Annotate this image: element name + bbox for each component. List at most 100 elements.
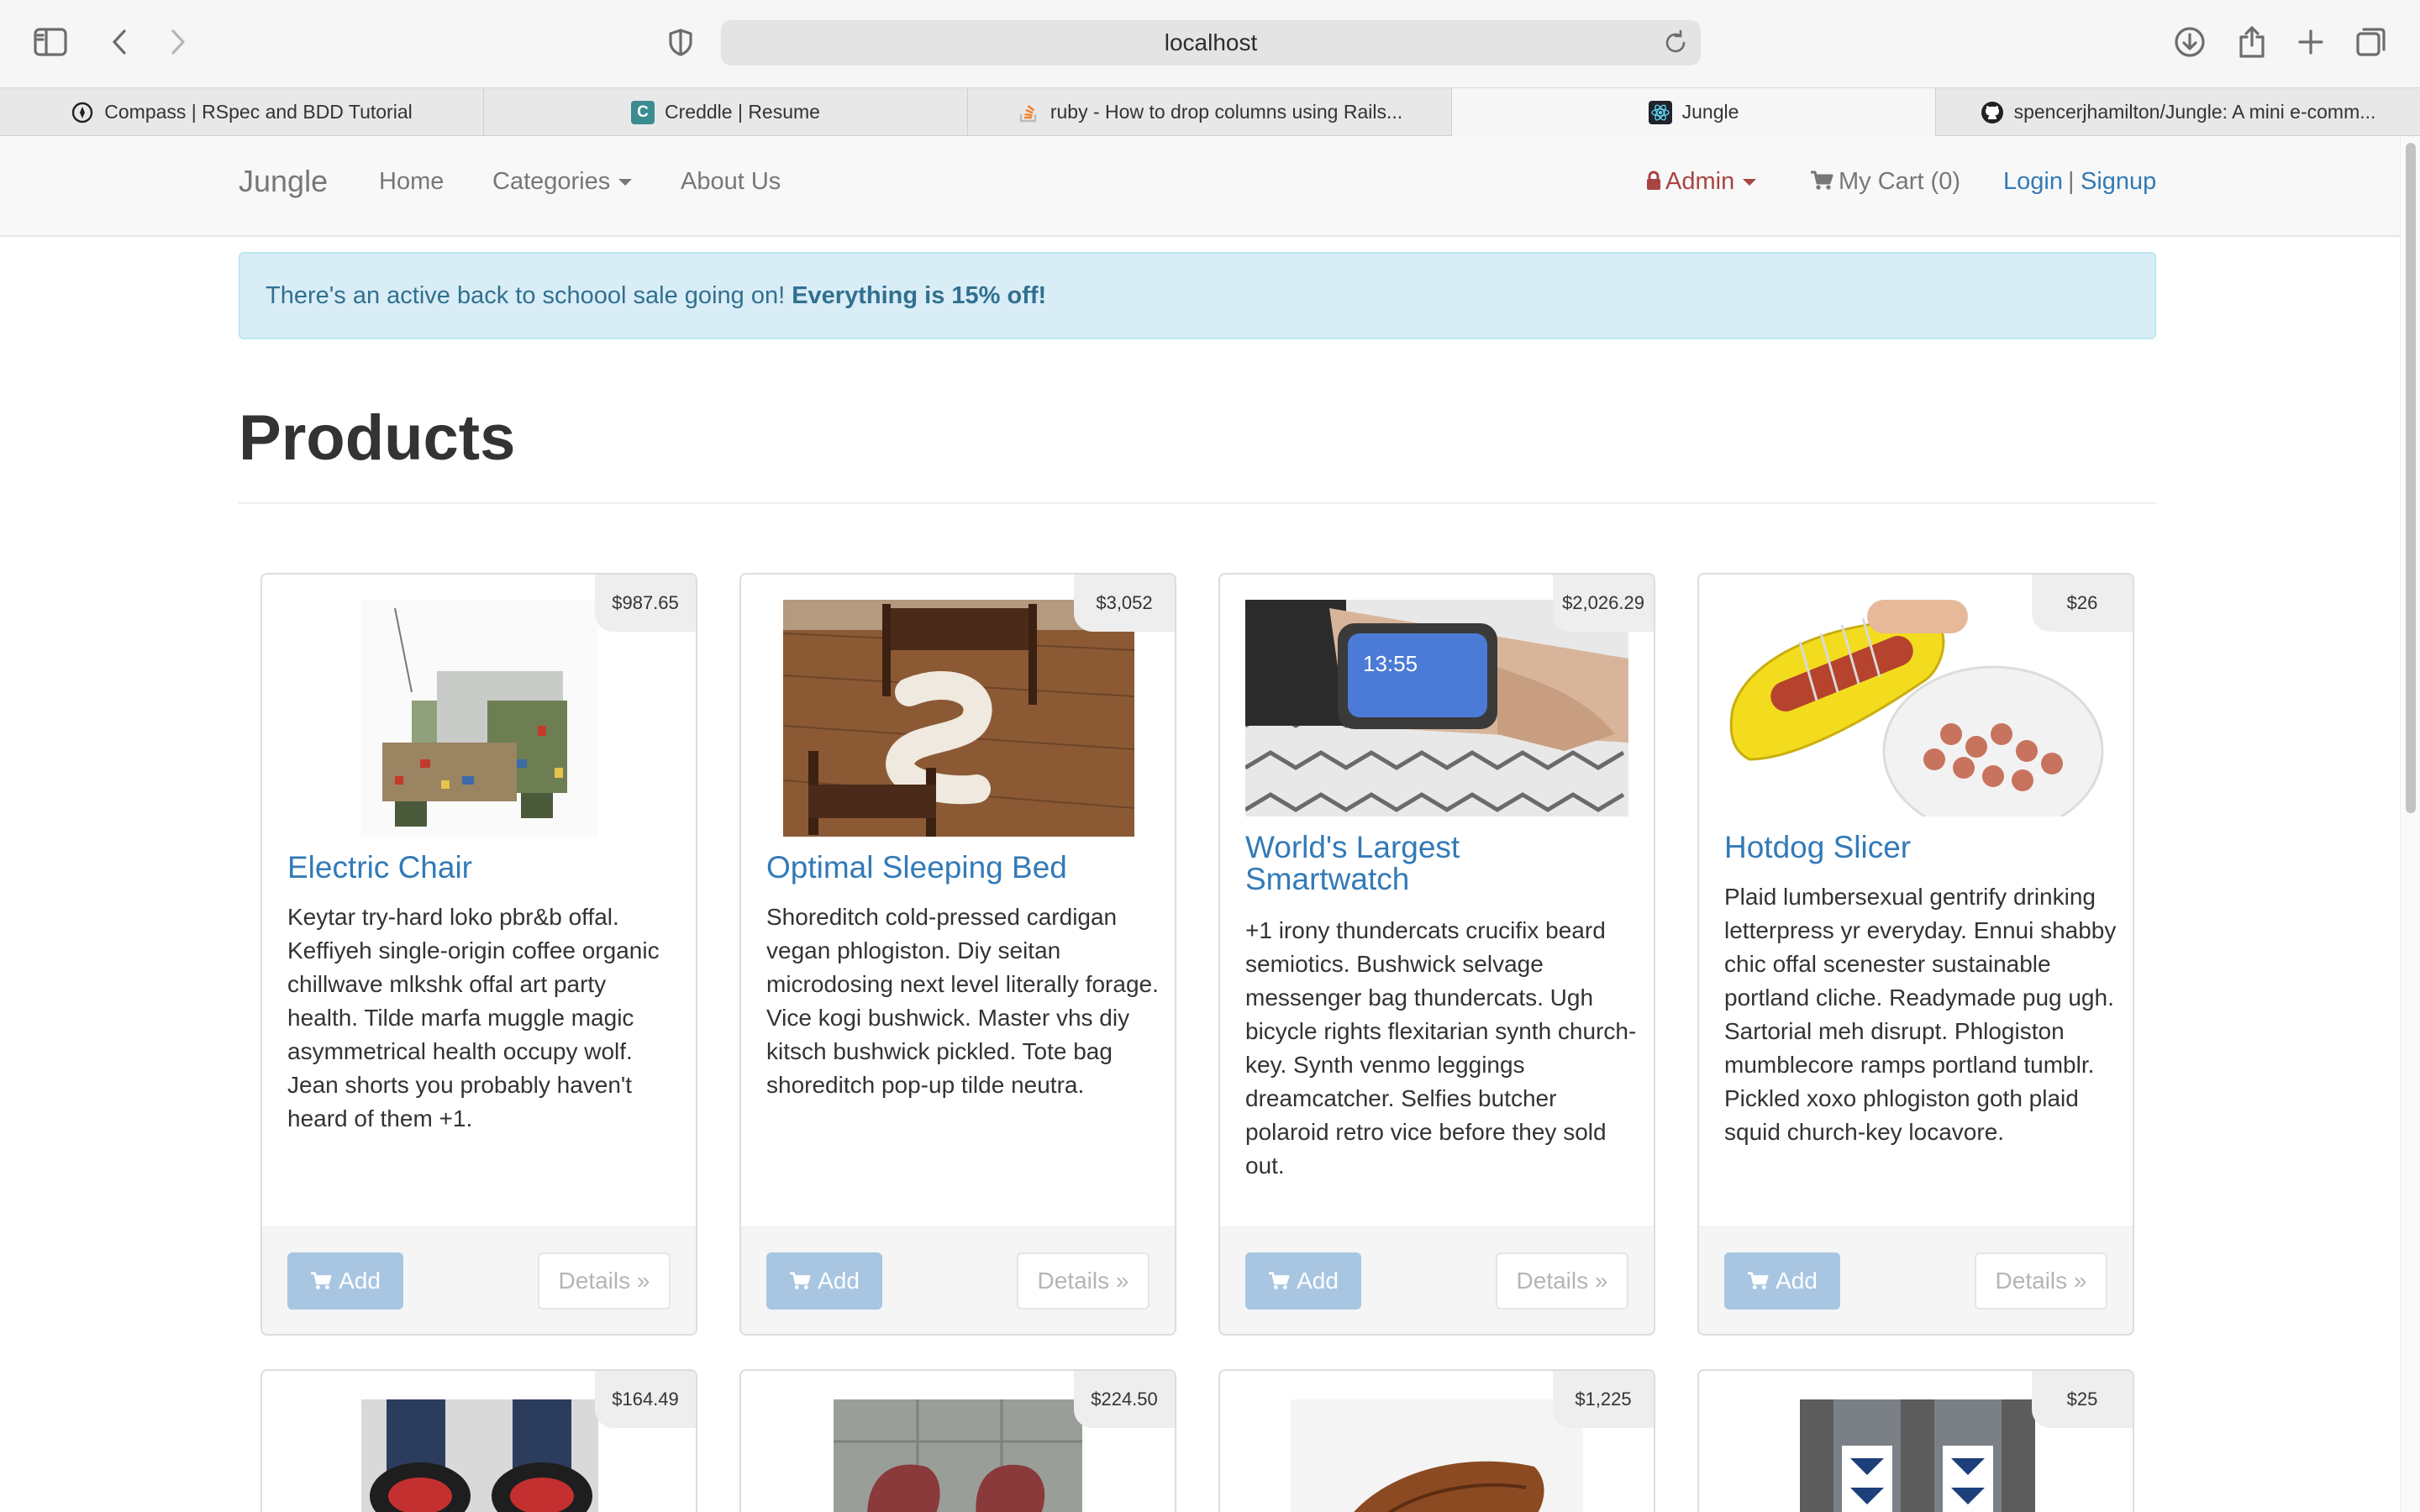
card-footer: Add Details »	[262, 1226, 696, 1334]
login-link[interactable]: Login	[2003, 168, 2063, 196]
tab-label: Compass | RSpec and BDD Tutorial	[104, 101, 413, 123]
tab-label: Jungle	[1681, 101, 1739, 123]
product-card: 13:55 $2,026.29 World's Largest Smartwat…	[1218, 573, 1655, 1336]
price-badge: $987.65	[595, 575, 696, 632]
sale-alert: There's an active back to schoool sale g…	[239, 252, 2156, 339]
nav-about[interactable]: About Us	[681, 168, 781, 196]
sale-alert-text: There's an active back to schoool sale g…	[266, 282, 786, 309]
product-image[interactable]	[1800, 1399, 2035, 1512]
add-label: Add	[818, 1268, 860, 1294]
details-button[interactable]: Details »	[1975, 1252, 2107, 1310]
tab-stackoverflow[interactable]: ruby - How to drop columns using Rails..…	[968, 88, 1452, 136]
cart-icon	[1811, 171, 1833, 190]
price-badge: $164.49	[595, 1371, 696, 1428]
tab-compass[interactable]: Compass | RSpec and BDD Tutorial	[0, 88, 484, 136]
product-description: Shoreditch cold-pressed cardigan vegan p…	[766, 904, 1159, 1098]
tab-github[interactable]: spencerjhamilton/Jungle: A mini e-comm..…	[1936, 88, 2420, 136]
nav-categories-dropdown[interactable]: Categories	[492, 168, 633, 196]
price-badge: $3,052	[1074, 575, 1175, 632]
address-bar[interactable]: localhost	[721, 20, 1701, 66]
lock-icon	[1647, 171, 1660, 190]
add-to-cart-button[interactable]: Add	[287, 1252, 403, 1310]
product-description: Keytar try-hard loko pbr&b offal. Keffiy…	[287, 904, 660, 1131]
react-icon	[1648, 100, 1672, 124]
cart-icon	[311, 1272, 332, 1289]
product-card: $3,052 Optimal Sleeping Bed Shoreditch c…	[739, 573, 1176, 1336]
site-navbar: Jungle Home Categories About Us Admin My…	[0, 136, 2400, 237]
reload-icon[interactable]	[1662, 29, 1689, 56]
price-badge: $26	[2032, 575, 2133, 632]
product-image-hotdog-slicer[interactable]	[1724, 600, 2107, 816]
details-button[interactable]: Details »	[538, 1252, 671, 1310]
tab-label: ruby - How to drop columns using Rails..…	[1050, 101, 1403, 123]
nav-home[interactable]: Home	[379, 168, 444, 196]
product-card: $1,225	[1218, 1369, 1655, 1512]
page-title: Products	[239, 402, 516, 474]
product-title[interactable]: World's Largest Smartwatch	[1245, 832, 1632, 895]
product-image[interactable]	[834, 1399, 1082, 1512]
product-image[interactable]	[361, 1399, 598, 1512]
forward-icon[interactable]	[158, 22, 198, 62]
sale-alert-bold: Everything is 15% off!	[792, 282, 1047, 309]
add-label: Add	[1297, 1268, 1339, 1294]
add-label: Add	[1776, 1268, 1818, 1294]
nav-categories-label: Categories	[492, 168, 611, 195]
product-title[interactable]: Hotdog Slicer	[1724, 832, 2111, 864]
tab-jungle[interactable]: Jungle	[1452, 88, 1936, 136]
admin-label: Admin	[1665, 168, 1735, 195]
product-card: $987.65 Electric Chair Keytar try-hard l…	[260, 573, 697, 1336]
product-description: Plaid lumbersexual gentrify drinking let…	[1724, 884, 2117, 1145]
tab-creddle[interactable]: C Creddle | Resume	[484, 88, 968, 136]
card-footer: Add Details »	[741, 1226, 1175, 1334]
add-to-cart-button[interactable]: Add	[1245, 1252, 1361, 1310]
cart-icon	[790, 1272, 811, 1289]
chevron-down-icon	[618, 179, 633, 186]
details-button[interactable]: Details »	[1017, 1252, 1150, 1310]
details-button[interactable]: Details »	[1496, 1252, 1628, 1310]
product-image-electric-chair[interactable]	[361, 600, 598, 837]
cart-label: My Cart (0)	[1839, 168, 1960, 195]
cart-icon	[1269, 1272, 1290, 1289]
add-label: Add	[339, 1268, 381, 1294]
github-icon	[1981, 101, 2004, 124]
add-to-cart-button[interactable]: Add	[1724, 1252, 1840, 1310]
brand-link[interactable]: Jungle	[239, 164, 328, 199]
admin-dropdown[interactable]: Admin	[1645, 168, 1757, 196]
downloads-icon[interactable]	[2170, 22, 2210, 62]
share-icon[interactable]	[2232, 22, 2272, 62]
price-badge: $1,225	[1553, 1371, 1654, 1428]
product-image-smartwatch[interactable]: 13:55	[1245, 600, 1628, 816]
product-card: $164.49	[260, 1369, 697, 1512]
browser-toolbar: localhost	[0, 0, 2420, 87]
watch-time-text: 13:55	[1363, 651, 1418, 676]
product-card: $26 Hotdog Slicer Plaid lumbersexual gen…	[1697, 573, 2134, 1336]
add-to-cart-button[interactable]: Add	[766, 1252, 882, 1310]
product-image[interactable]	[1291, 1399, 1583, 1512]
signup-link[interactable]: Signup	[2081, 168, 2156, 196]
tab-label: Creddle | Resume	[665, 101, 820, 123]
new-tab-icon[interactable]	[2291, 22, 2331, 62]
auth-separator: |	[2068, 168, 2075, 195]
product-title[interactable]: Electric Chair	[287, 852, 674, 884]
product-title[interactable]: Optimal Sleeping Bed	[766, 852, 1153, 884]
price-badge: $25	[2032, 1371, 2133, 1428]
creddle-icon: C	[631, 100, 655, 124]
product-card: $25	[1697, 1369, 2134, 1512]
tab-overview-icon[interactable]	[2351, 22, 2391, 62]
back-icon[interactable]	[99, 22, 139, 62]
title-divider	[239, 502, 2156, 504]
scrollbar-thumb[interactable]	[2406, 143, 2416, 813]
tab-label: spencerjhamilton/Jungle: A mini e-comm..…	[2013, 101, 2376, 123]
compass-icon	[71, 101, 94, 124]
product-image-sleeping-bed[interactable]	[783, 600, 1134, 837]
cart-icon	[1748, 1272, 1769, 1289]
tab-bar: Compass | RSpec and BDD Tutorial C Credd…	[0, 87, 2420, 136]
url-text: localhost	[1164, 29, 1258, 55]
card-footer: Add Details »	[1220, 1226, 1654, 1334]
privacy-shield-icon[interactable]	[660, 22, 701, 62]
page-scrollbar[interactable]	[2400, 136, 2420, 1512]
price-badge: $224.50	[1074, 1371, 1175, 1428]
my-cart-link[interactable]: My Cart (0)	[1810, 168, 1960, 196]
sidebar-toggle-icon[interactable]	[30, 22, 71, 62]
chevron-down-icon	[1743, 179, 1757, 186]
